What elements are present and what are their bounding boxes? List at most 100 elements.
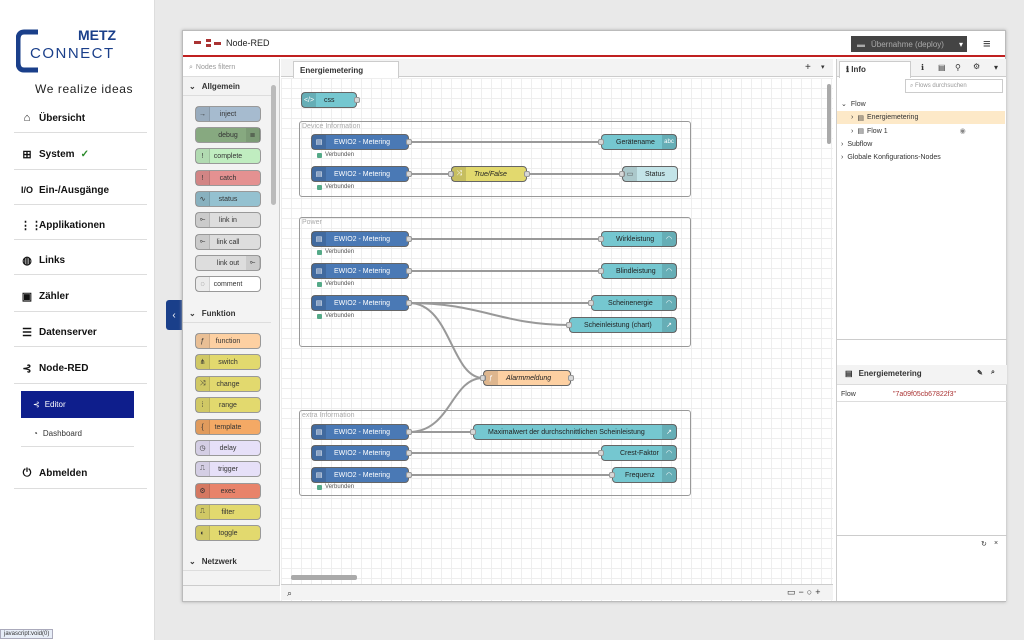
port[interactable] xyxy=(406,171,412,177)
node-scheinenergie[interactable]: Scheinenergie ◠ xyxy=(588,295,677,311)
node-crest-faktor[interactable]: Crest-Faktor ◠ xyxy=(598,445,677,461)
palette-node-inject[interactable]: → inject xyxy=(195,106,261,122)
palette-node-switch[interactable]: ⋔ switch xyxy=(195,354,261,370)
port[interactable] xyxy=(568,375,574,381)
port[interactable] xyxy=(406,472,412,478)
node-ewio2-metering[interactable]: ▤ EWIO2 - Metering xyxy=(311,467,412,483)
palette-node-link-in[interactable]: ⟜ link in xyxy=(195,212,261,228)
port[interactable] xyxy=(598,236,604,242)
node-ewio2-metering[interactable]: ▤ EWIO2 - Metering xyxy=(311,295,412,311)
hamburger-menu-icon[interactable]: ≡ xyxy=(983,36,991,51)
palette-node-delay[interactable]: ◷ delay xyxy=(195,440,261,456)
node-ewio2-metering[interactable]: ▤ EWIO2 - Metering xyxy=(311,263,412,279)
palette-node-template[interactable]: {template xyxy=(195,419,261,435)
palette-node-function[interactable]: ƒ function xyxy=(195,333,261,349)
palette-node-debug[interactable]: debug ≣ xyxy=(195,127,261,143)
palette-filter-input[interactable]: ⌕ Nodes filtern xyxy=(183,59,279,77)
add-tab-icon[interactable]: + xyxy=(805,62,811,73)
node-wirkleistung[interactable]: Wirkleistung ◠ xyxy=(598,231,677,247)
palette-node-filter[interactable]: ⎍ filter xyxy=(195,504,261,520)
nav-zaehler[interactable]: ▣ Zähler xyxy=(14,281,147,312)
palette-node-link-out[interactable]: link out ⟜ xyxy=(195,255,261,271)
node-ewio2-metering[interactable]: ▤ EWIO2 - Metering xyxy=(311,134,412,150)
tab-energiemetering[interactable]: Energiemetering xyxy=(293,61,399,78)
node-scheinleistung-chart[interactable]: Scheinleistung (chart) ↗ xyxy=(566,317,677,333)
nav-abmelden[interactable]: ⏻ Abmelden xyxy=(14,459,147,489)
palette-node-catch[interactable]: ! catch xyxy=(195,170,261,186)
port[interactable] xyxy=(598,139,604,145)
tree-energiemetering[interactable]: › ▤ Energiemetering xyxy=(837,111,1005,124)
palette-node-exec[interactable]: ⚙ exec xyxy=(195,483,261,499)
nav-links[interactable]: ◍ Links xyxy=(14,246,147,275)
port[interactable] xyxy=(524,171,530,177)
search-icon[interactable]: ⌕ xyxy=(991,369,995,377)
palette-node-complete[interactable]: ! complete xyxy=(195,148,261,164)
deploy-button[interactable]: ▬ Übernahme (deploy) ▾ xyxy=(851,36,967,52)
port[interactable] xyxy=(588,300,594,306)
nav-applikationen[interactable]: ⋮⋮ Applikationen xyxy=(14,211,147,240)
tree-global-config[interactable]: › Globale Konfigurations-Nodes xyxy=(841,154,941,161)
refresh-icon[interactable]: ↻ xyxy=(981,540,987,548)
book-icon[interactable]: ▤ xyxy=(938,63,946,72)
node-ewio2-metering[interactable]: ▤ EWIO2 - Metering xyxy=(311,231,412,247)
port[interactable] xyxy=(598,268,604,274)
nav-datenserver[interactable]: ☰ Datenserver xyxy=(14,318,147,347)
edit-icon[interactable]: ✎ xyxy=(977,369,983,377)
port[interactable] xyxy=(406,429,412,435)
node-status-display[interactable]: ▭ Status xyxy=(619,166,678,182)
nav-node-red[interactable]: ⊰ Node-RED xyxy=(14,353,147,384)
gear-icon[interactable]: ⚙ xyxy=(973,62,980,71)
debug-icon[interactable]: ⚲ xyxy=(955,63,961,72)
chevron-down-icon[interactable]: ▾ xyxy=(821,63,825,71)
palette-node-comment[interactable]: ◌ comment xyxy=(195,276,261,292)
node-geraetename[interactable]: Gerätename abc xyxy=(598,134,677,150)
port[interactable] xyxy=(406,450,412,456)
close-icon[interactable]: × xyxy=(994,540,998,547)
port[interactable] xyxy=(470,429,476,435)
port[interactable] xyxy=(406,268,412,274)
sub-editor[interactable]: ⊰ Editor xyxy=(21,391,134,418)
palette-node-link-call[interactable]: ⟜ link call xyxy=(195,234,261,250)
tree-flow1[interactable]: › ▤ Flow 1 ◉ xyxy=(851,127,966,136)
search-icon[interactable]: ⌕ xyxy=(287,588,292,599)
palette-scrollbar[interactable] xyxy=(271,85,276,205)
caret-down-icon[interactable]: ▾ xyxy=(994,63,998,72)
port[interactable] xyxy=(609,472,615,478)
info-icon[interactable]: ℹ xyxy=(921,63,924,72)
port[interactable] xyxy=(406,236,412,242)
workspace-hscrollbar[interactable] xyxy=(291,575,357,580)
port[interactable] xyxy=(566,322,572,328)
collapse-sidebar-button[interactable]: ‹ xyxy=(166,300,182,330)
node-css[interactable]: </> css xyxy=(301,92,360,108)
tab-info[interactable]: ℹ Info xyxy=(839,61,911,78)
workspace-canvas[interactable]: </> css Device Information Power extra In… xyxy=(281,78,833,601)
workspace-vscrollbar[interactable] xyxy=(827,84,831,144)
node-true-false[interactable]: ⤨ True/False xyxy=(448,166,530,182)
port[interactable] xyxy=(354,97,360,103)
palette-node-status[interactable]: ∿ status xyxy=(195,191,261,207)
node-ewio2-metering[interactable]: ▤ EWIO2 - Metering xyxy=(311,445,412,461)
palette-node-change[interactable]: ⤨ change xyxy=(195,376,261,392)
palette-node-trigger[interactable]: ⎍ trigger xyxy=(195,461,261,477)
sub-dashboard[interactable]: ◔ Dashboard xyxy=(21,420,134,447)
palette-category-netzwerk[interactable]: ⌄ Netzwerk xyxy=(183,553,271,571)
node-alarmmeldung[interactable]: ƒ Alarmmeldung xyxy=(480,370,574,386)
node-ewio2-metering[interactable]: ▤ EWIO2 - Metering xyxy=(311,424,412,440)
nav-io[interactable]: I/O Ein-/Ausgänge xyxy=(14,176,147,205)
node-maximalwert[interactable]: Maximalwert der durchschnittlichen Schei… xyxy=(470,424,677,440)
tree-flow[interactable]: ⌄ Flow xyxy=(841,100,866,109)
nav-system[interactable]: ⊞ System ✓ xyxy=(14,139,147,170)
zoom-controls[interactable]: ▭−○+ xyxy=(787,587,823,598)
palette-node-toggle[interactable]: ◐ toggle xyxy=(195,525,261,541)
palette-node-range[interactable]: ⁞ range xyxy=(195,397,261,413)
palette-category-allgemein[interactable]: ⌄ Allgemein xyxy=(183,78,271,96)
tree-subflow[interactable]: › Subflow xyxy=(841,141,872,148)
node-ewio2-metering[interactable]: ▤ EWIO2 - Metering xyxy=(311,166,412,182)
port[interactable] xyxy=(406,139,412,145)
node-blindleistung[interactable]: Blindleistung ◠ xyxy=(598,263,677,279)
nav-uebersicht[interactable]: ⌂ Übersicht xyxy=(14,104,147,133)
node-frequenz[interactable]: Frequenz ◠ xyxy=(609,467,677,483)
group-device-information[interactable]: Device Information xyxy=(299,121,691,197)
port[interactable] xyxy=(406,300,412,306)
flow-search-input[interactable]: ⌕ Flows durchsuchen xyxy=(905,79,1003,93)
